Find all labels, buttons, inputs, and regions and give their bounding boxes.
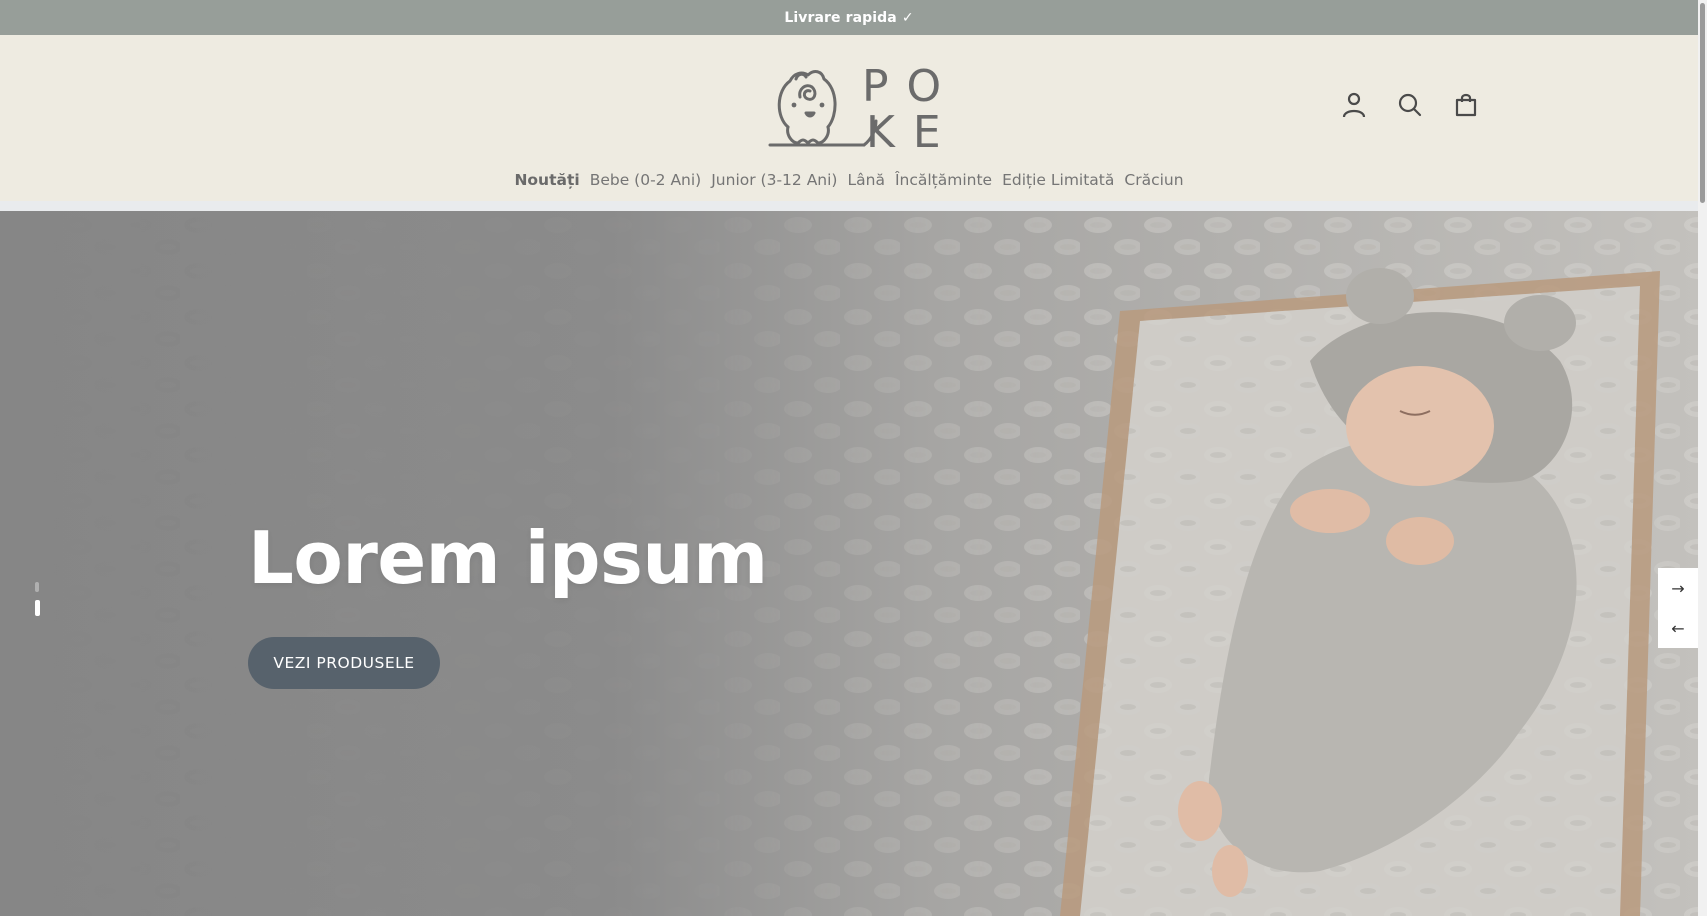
hero-title: Lorem ipsum [248, 516, 768, 600]
nav-item-craciun[interactable]: Crăciun [1124, 171, 1183, 189]
arrow-right-icon: → [1671, 578, 1685, 598]
account-icon[interactable] [1340, 91, 1368, 119]
prev-slide-button[interactable]: ← [1658, 608, 1698, 648]
nav-item-junior[interactable]: Junior (3-12 Ani) [711, 171, 837, 189]
nav-item-bebe[interactable]: Bebe (0-2 Ani) [590, 171, 702, 189]
view-products-button[interactable]: VEZI PRODUSELE [248, 637, 440, 689]
scrollbar-thumb[interactable] [1700, 3, 1705, 203]
slide-dot[interactable] [35, 582, 39, 592]
page: Livrare rapida ✓ PO KE Noutăți Bebe (0-2… [0, 0, 1707, 916]
slider-arrows: → ← [1658, 568, 1698, 648]
nav-item-lana[interactable]: Lână [847, 171, 884, 189]
page-scrollbar[interactable] [1698, 0, 1707, 916]
arrow-left-icon: ← [1671, 618, 1685, 638]
search-icon[interactable] [1396, 91, 1424, 119]
brand-name-line2: KE [866, 107, 959, 158]
announcement-bar: Livrare rapida ✓ [0, 0, 1698, 35]
next-slide-button[interactable]: → [1658, 568, 1698, 608]
site-header: PO KE Noutăți Bebe (0-2 Ani) Junior (3-1… [0, 35, 1698, 201]
brand-logo[interactable]: PO KE [768, 59, 941, 158]
cart-icon[interactable] [1452, 91, 1480, 119]
nav-item-editie-limitata[interactable]: Ediție Limitată [1002, 171, 1114, 189]
slide-indicator [34, 582, 40, 616]
nav-item-noutati[interactable]: Noutăți [514, 171, 579, 189]
hero-slider: Lorem ipsum VEZI PRODUSELE → ← [0, 211, 1698, 916]
main-navigation: Noutăți Bebe (0-2 Ani) Junior (3-12 Ani)… [0, 171, 1698, 189]
slide-dot-active[interactable] [34, 600, 40, 616]
header-divider [0, 201, 1698, 211]
brand-name-line1: PO [862, 61, 960, 112]
nav-item-incaltaminte[interactable]: Încălțăminte [895, 171, 992, 189]
header-actions [1340, 91, 1480, 119]
announcement-text: Livrare rapida ✓ [784, 9, 914, 26]
